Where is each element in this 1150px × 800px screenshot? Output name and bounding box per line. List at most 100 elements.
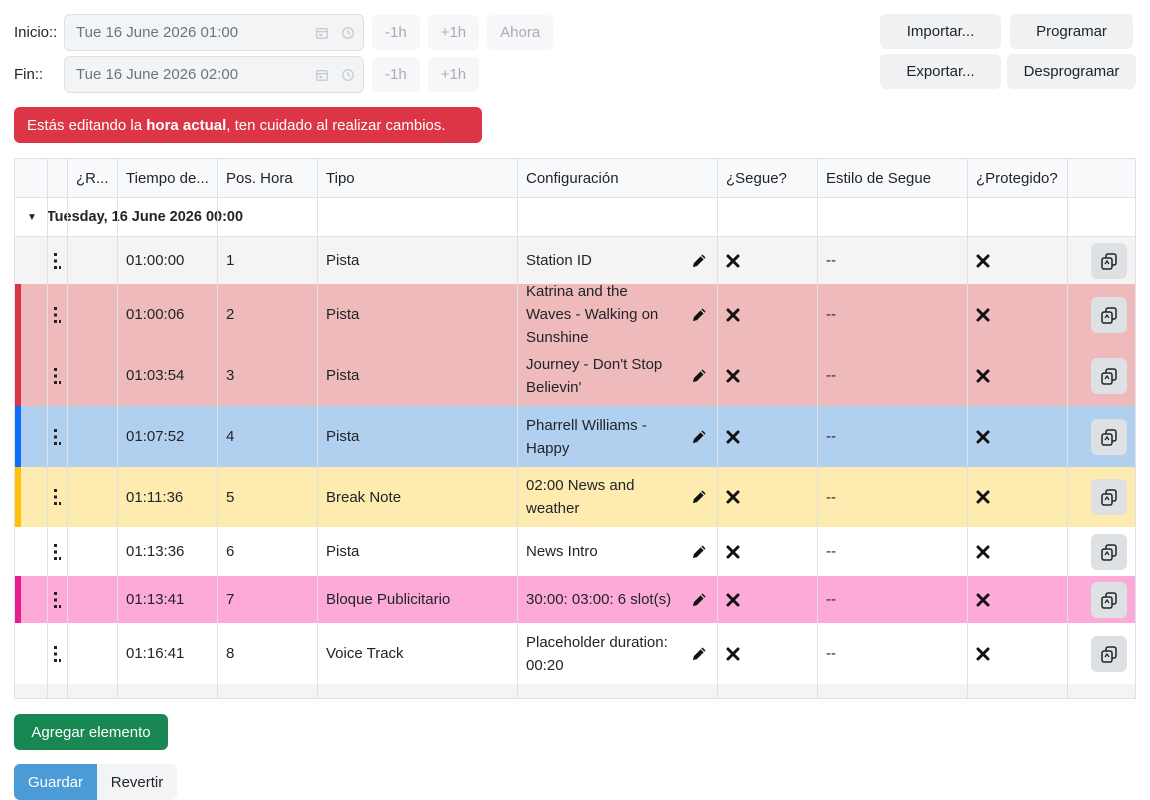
cell-position: 5 bbox=[226, 488, 235, 506]
segue-x-icon[interactable] bbox=[726, 490, 740, 504]
table-row[interactable]: 01:13:41 7 Bloque Publicitario 30:00: 03:00… bbox=[15, 576, 1135, 623]
segue-x-icon[interactable] bbox=[726, 593, 740, 607]
segue-x-icon[interactable] bbox=[726, 545, 740, 559]
header-col-segue[interactable]: ¿Segue? bbox=[717, 159, 817, 198]
table-row[interactable]: 01:03:54 3 Pista Journey - Don't Stop Belie… bbox=[15, 345, 1135, 406]
unschedule-button[interactable]: Desprogramar bbox=[1007, 54, 1136, 89]
header-col-config[interactable]: Configuración bbox=[517, 159, 717, 198]
protected-x-icon[interactable] bbox=[976, 254, 990, 268]
segue-x-icon[interactable] bbox=[726, 430, 740, 444]
duplicate-button[interactable] bbox=[1091, 418, 1127, 455]
segue-x-icon[interactable] bbox=[726, 369, 740, 383]
protected-x-icon[interactable] bbox=[976, 545, 990, 559]
duplicate-button[interactable] bbox=[1091, 296, 1127, 333]
end-datetime-input[interactable]: Tue 16 June 2026 02:00 bbox=[64, 56, 364, 93]
table-row-partial[interactable] bbox=[15, 684, 1135, 698]
group-row[interactable]: ▼ Tuesday, 16 June 2026 00:00 bbox=[15, 198, 1135, 237]
row-color-marker bbox=[15, 345, 21, 406]
drag-handle-icon[interactable] bbox=[53, 284, 67, 345]
calendar-icon[interactable] bbox=[311, 64, 333, 86]
protected-x-icon[interactable] bbox=[976, 593, 990, 607]
drag-handle-icon[interactable] bbox=[53, 527, 67, 576]
duplicate-button[interactable] bbox=[1091, 581, 1127, 618]
segue-x-icon[interactable] bbox=[726, 254, 740, 268]
cell-config: 02:00 News and weather bbox=[526, 477, 635, 517]
end-plus-hour-button[interactable]: +1h bbox=[427, 57, 480, 92]
duplicate-button[interactable] bbox=[1091, 357, 1127, 394]
drag-handle-icon[interactable] bbox=[53, 623, 67, 684]
duplicate-button[interactable] bbox=[1091, 533, 1127, 570]
table-row[interactable]: 01:07:52 4 Pista Pharrell Williams - Happy -… bbox=[15, 406, 1135, 467]
header-col-type[interactable]: Tipo bbox=[317, 159, 517, 198]
edit-pencil-icon[interactable] bbox=[690, 252, 708, 270]
edit-pencil-icon[interactable] bbox=[690, 367, 708, 385]
start-datetime-value: Tue 16 June 2026 01:00 bbox=[76, 24, 239, 41]
cell-segue-style: -- bbox=[826, 428, 836, 445]
edit-pencil-icon[interactable] bbox=[690, 543, 708, 561]
cell-time: 01:00:00 bbox=[126, 252, 185, 269]
cell-segue-style: -- bbox=[826, 543, 836, 560]
save-button[interactable]: Guardar bbox=[14, 764, 97, 800]
duplicate-button[interactable] bbox=[1091, 242, 1127, 279]
edit-pencil-icon[interactable] bbox=[690, 645, 708, 663]
alert-prefix: Estás editando la bbox=[27, 116, 143, 134]
start-plus-hour-button[interactable]: +1h bbox=[427, 15, 480, 50]
header-col-1 bbox=[47, 159, 67, 198]
cell-time: 01:07:52 bbox=[126, 428, 185, 445]
table-row[interactable]: 01:00:06 2 Pista Katrina and the Waves - Wa… bbox=[15, 283, 1135, 346]
cell-config: Katrina and the Waves - Walking on Sunsh… bbox=[526, 283, 659, 346]
duplicate-button[interactable] bbox=[1091, 479, 1127, 515]
now-button[interactable]: Ahora bbox=[487, 15, 554, 50]
drag-handle-icon[interactable] bbox=[53, 406, 67, 467]
protected-x-icon[interactable] bbox=[976, 369, 990, 383]
table-row[interactable]: 01:11:36 5 Break Note 02:00 News and weathe… bbox=[15, 467, 1135, 527]
cell-config: Station ID bbox=[526, 252, 592, 269]
row-color-marker bbox=[15, 406, 21, 467]
drag-handle-icon[interactable] bbox=[53, 345, 67, 406]
table-row[interactable]: 01:00:00 1 Pista Station ID -- bbox=[15, 237, 1135, 284]
cell-position: 1 bbox=[226, 252, 235, 269]
cell-config: Placeholder duration: 00:20 bbox=[526, 633, 668, 674]
export-button[interactable]: Exportar... bbox=[880, 54, 1001, 89]
protected-x-icon[interactable] bbox=[976, 647, 990, 661]
header-col-0 bbox=[15, 159, 47, 198]
clock-icon[interactable] bbox=[337, 64, 359, 86]
end-minus-hour-button[interactable]: -1h bbox=[372, 57, 420, 92]
start-minus-hour-button[interactable]: -1h bbox=[372, 15, 420, 50]
revert-button[interactable]: Revertir bbox=[97, 764, 177, 800]
edit-pencil-icon[interactable] bbox=[690, 591, 708, 609]
protected-x-icon[interactable] bbox=[976, 308, 990, 322]
start-label: Inicio:: bbox=[14, 24, 58, 41]
edit-pencil-icon[interactable] bbox=[690, 488, 708, 506]
cell-type: Pista bbox=[326, 252, 360, 269]
protected-x-icon[interactable] bbox=[976, 490, 990, 504]
drag-handle-icon[interactable] bbox=[53, 467, 67, 527]
add-element-button[interactable]: Agregar elemento bbox=[14, 714, 168, 750]
segue-x-icon[interactable] bbox=[726, 308, 740, 322]
table-row[interactable]: 01:13:36 6 Pista News Intro -- bbox=[15, 527, 1135, 576]
edit-pencil-icon[interactable] bbox=[690, 306, 708, 324]
collapse-caret-icon[interactable]: ▼ bbox=[27, 212, 37, 223]
cell-time: 01:03:54 bbox=[126, 367, 185, 384]
clock-icon[interactable] bbox=[337, 22, 359, 44]
header-col-segue-style[interactable]: Estilo de Segue bbox=[817, 159, 967, 198]
calendar-icon[interactable] bbox=[311, 22, 333, 44]
protected-x-icon[interactable] bbox=[976, 430, 990, 444]
import-button[interactable]: Importar... bbox=[880, 14, 1001, 49]
schedule-button[interactable]: Programar bbox=[1010, 14, 1133, 49]
drag-handle-icon[interactable] bbox=[53, 237, 67, 284]
header-col-time[interactable]: Tiempo de... bbox=[117, 159, 217, 198]
cell-time: 01:00:06 bbox=[126, 306, 185, 323]
header-col-pos[interactable]: Pos. Hora bbox=[217, 159, 317, 198]
start-datetime-input[interactable]: Tue 16 June 2026 01:00 bbox=[64, 14, 364, 51]
cell-type: Bloque Publicitario bbox=[326, 591, 451, 608]
segue-x-icon[interactable] bbox=[726, 647, 740, 661]
header-col-protected[interactable]: ¿Protegido? bbox=[967, 159, 1067, 198]
header-col-reach[interactable]: ¿R... bbox=[67, 159, 117, 198]
drag-handle-icon[interactable] bbox=[53, 576, 67, 623]
duplicate-button[interactable] bbox=[1091, 635, 1127, 672]
start-range-row: Inicio:: Tue 16 June 2026 01:00 -1h +1h … bbox=[14, 14, 554, 51]
table-row[interactable]: 01:16:41 8 Voice Track Placeholder duration… bbox=[15, 623, 1135, 684]
edit-pencil-icon[interactable] bbox=[690, 428, 708, 446]
current-hour-alert: Estás editando la hora actual, ten cuida… bbox=[14, 107, 482, 143]
